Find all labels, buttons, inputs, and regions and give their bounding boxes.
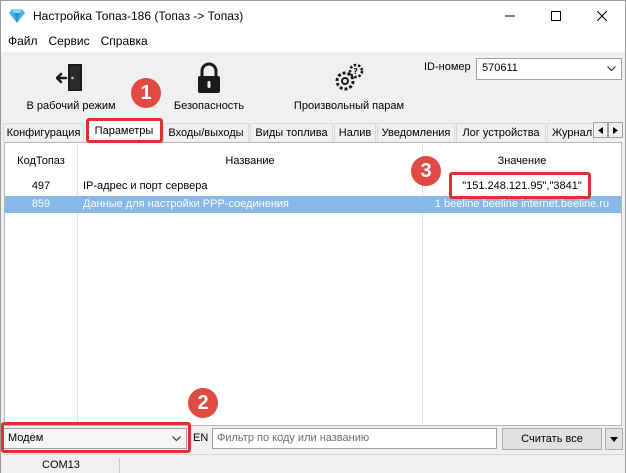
minimize-button[interactable] [487, 1, 533, 31]
work-mode-button[interactable]: В рабочий режим [21, 58, 121, 116]
title-bar: Настройка Топаз-186 (Топаз -> Топаз) [1, 1, 625, 31]
id-number-value: 570611 [482, 62, 518, 74]
tab-configuration[interactable]: Конфигурация [3, 123, 84, 142]
arbitrary-param-button[interactable]: ? Произвольный парам [279, 58, 419, 116]
cell-code: 859 [31, 198, 51, 210]
tab-notifications[interactable]: Уведомления [377, 123, 455, 142]
status-port: COM13 [42, 459, 80, 471]
column-header-name[interactable]: Название [78, 155, 422, 167]
tab-fuel-types[interactable]: Виды топлива [250, 123, 333, 142]
arrow-left-icon [598, 126, 603, 134]
annotation-marker-1: 1 [131, 78, 161, 108]
close-icon [597, 11, 607, 21]
menu-service[interactable]: Сервис [42, 31, 94, 52]
close-button[interactable] [579, 1, 625, 31]
exit-door-icon [56, 64, 82, 91]
tab-scroll-right[interactable] [608, 122, 623, 138]
gears-question-icon: ? [335, 63, 364, 91]
cell-code: 497 [31, 180, 51, 192]
status-bar: COM13 [1, 454, 625, 473]
tab-device-log[interactable]: Лог устройства [456, 123, 546, 142]
highlight-parameters-tab [86, 118, 163, 143]
highlight-modem-select [1, 422, 191, 453]
cell-value: 1 beeline beeline internet.beeline.ru [434, 198, 610, 210]
read-all-button[interactable]: Считать все [502, 428, 602, 450]
security-label: Безопасность [173, 100, 245, 112]
svg-text:?: ? [353, 67, 358, 76]
diamond-icon [9, 9, 25, 23]
annotation-marker-2: 2 [188, 388, 218, 418]
triangle-down-icon [610, 436, 618, 442]
menu-bar: Файл Сервис Справка [1, 31, 625, 52]
tab-journal[interactable]: Журнал [547, 123, 594, 142]
id-number-label: ID-номер [424, 61, 471, 73]
id-number-select[interactable]: 570611 [476, 58, 622, 80]
filter-input[interactable]: Фильтр по коду или названию [212, 428, 497, 449]
column-header-code[interactable]: КодТопаз [5, 155, 77, 167]
lock-icon [198, 62, 220, 93]
security-button[interactable]: Безопасность [164, 58, 254, 116]
window-title: Настройка Топаз-186 (Топаз -> Топаз) [33, 9, 244, 23]
annotation-marker-3: 3 [411, 156, 441, 186]
maximize-button[interactable] [533, 1, 579, 31]
tab-inputs-outputs[interactable]: Входы/выходы [163, 123, 249, 142]
highlight-value-cell [449, 172, 591, 199]
maximize-icon [551, 11, 561, 21]
read-all-dropdown[interactable] [605, 428, 623, 450]
minimize-icon [505, 15, 515, 17]
language-indicator: EN [193, 432, 209, 444]
tab-scroll-left[interactable] [593, 122, 608, 138]
app-window: Настройка Топаз-186 (Топаз -> Топаз) Фай… [0, 0, 626, 473]
menu-help[interactable]: Справка [94, 31, 152, 52]
arbitrary-param-label: Произвольный парам [293, 100, 405, 112]
cell-name: IP-адрес и порт сервера [83, 180, 208, 192]
status-separator [119, 458, 120, 473]
column-header-value[interactable]: Значение [423, 155, 621, 167]
cell-name: Данные для настройки PPP-соединения [83, 198, 289, 210]
menu-file[interactable]: Файл [1, 31, 42, 52]
arrow-right-icon [613, 126, 618, 134]
chevron-down-icon [607, 66, 616, 72]
tab-filling[interactable]: Налив [334, 123, 376, 142]
work-mode-label: В рабочий режим [26, 100, 116, 112]
